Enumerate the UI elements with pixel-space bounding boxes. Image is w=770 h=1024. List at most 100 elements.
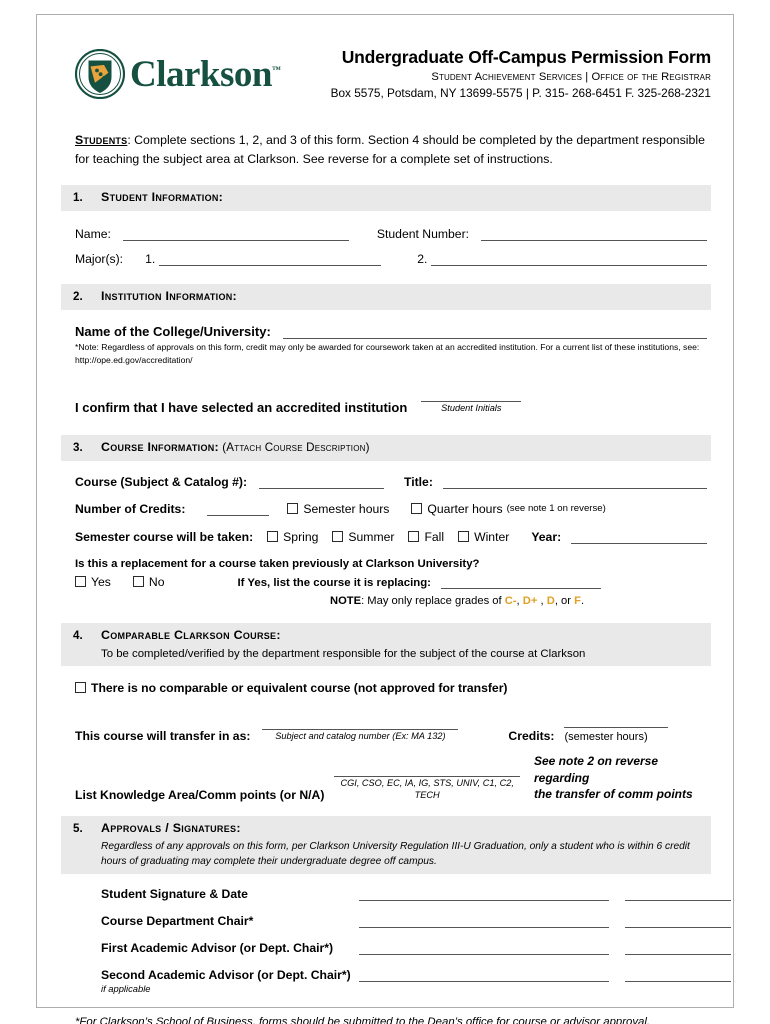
- majors-row: Major(s): 1. 2.: [75, 252, 707, 267]
- course-title-input[interactable]: [442, 475, 707, 489]
- transfer-row: This course will transfer in as: Subject…: [75, 714, 707, 743]
- student-number-input[interactable]: [481, 227, 708, 242]
- knowledge-row: List Knowledge Area/Comm points (or N/A)…: [75, 753, 707, 802]
- replacing-course-input[interactable]: [440, 575, 601, 589]
- transfer-input[interactable]: [262, 716, 459, 731]
- confirm-accredited-label: I confirm that I have selected an accred…: [75, 399, 408, 415]
- knowledge-label: List Knowledge Area/Comm points (or N/A): [75, 787, 325, 802]
- fall-label: Fall: [424, 529, 445, 544]
- section-3-title: Course Information:: [101, 439, 219, 454]
- no-comparable-option[interactable]: There is no comparable or equivalent cou…: [75, 681, 508, 695]
- second-advisor-date-input[interactable]: [625, 970, 731, 982]
- major-2-input[interactable]: [431, 252, 707, 267]
- see-note-line-2: the transfer of comm points: [533, 786, 693, 801]
- see-note-line-1: See note 2 on reverse regarding: [533, 754, 659, 785]
- students-label: Students: [75, 133, 128, 147]
- accreditation-note: *Note: Regardless of approvals on this f…: [75, 342, 700, 365]
- note-or: , or: [554, 594, 575, 607]
- section4-credits-input[interactable]: [564, 714, 669, 729]
- section-5-title: Approvals / Signatures:: [101, 820, 241, 835]
- yes-label: Yes: [91, 574, 111, 589]
- winter-checkbox[interactable]: [458, 531, 470, 543]
- section-1-body: Name: Student Number: Major(s): 1. 2.: [61, 227, 711, 267]
- note-prefix: NOTE: [330, 594, 362, 607]
- signature-row: Student Signature & Date: [101, 887, 731, 901]
- dept-chair-date-input[interactable]: [625, 916, 731, 928]
- section-2-body: Name of the College/University: *Note: R…: [61, 324, 711, 415]
- business-school-note: *For Clarkson’s School of Business, form…: [75, 1015, 651, 1024]
- signature-row: Second Academic Advisor (or Dept. Chair*…: [101, 968, 731, 994]
- course-title-label: Title:: [404, 474, 433, 489]
- first-advisor-signature-input[interactable]: [359, 943, 609, 955]
- term-option-summer[interactable]: Summer: [332, 530, 394, 544]
- if-applicable-note: if applicable: [101, 982, 151, 994]
- term-option-fall[interactable]: Fall: [408, 530, 444, 544]
- student-signature-input[interactable]: [359, 889, 609, 901]
- section-3-header: 3. Course Information: (Attach Course Des…: [61, 434, 711, 461]
- section-4-subtitle: To be completed/verified by the departme…: [101, 647, 586, 660]
- form-page: Clarkson™ Undergraduate Off-Campus Permi…: [0, 0, 770, 1024]
- knowledge-input[interactable]: [334, 763, 520, 778]
- student-instructions: Students: Complete sections 1, 2, and 3 …: [61, 131, 711, 169]
- name-input[interactable]: [122, 227, 349, 242]
- name-label: Name:: [75, 227, 111, 242]
- section-3-number: 3.: [73, 440, 83, 454]
- second-advisor-signature-input[interactable]: [359, 970, 609, 982]
- summer-label: Summer: [348, 529, 395, 544]
- major-1-marker: 1.: [145, 252, 156, 267]
- quarter-hours-note: (see note 1 on reverse): [506, 503, 606, 515]
- replacement-no-option[interactable]: No: [132, 574, 165, 589]
- student-initials-caption: Student Initials: [441, 402, 502, 413]
- replacement-answer-row: Yes No If Yes, list the course it is rep…: [75, 575, 707, 589]
- knowledge-caption: CGI, CSO, EC, IA, IG, STS, UNIV, C1, C2,…: [340, 778, 514, 801]
- quarter-hours-checkbox[interactable]: [411, 503, 423, 515]
- semester-hours-option[interactable]: Semester hours: [287, 502, 389, 516]
- section-2-header: 2. Institution Information:: [61, 284, 711, 311]
- section-5-body: Student Signature & Date Course Departme…: [61, 887, 731, 994]
- first-advisor-date-input[interactable]: [625, 943, 731, 955]
- no-checkbox[interactable]: [132, 576, 144, 588]
- student-signature-date-input[interactable]: [625, 889, 731, 901]
- fall-checkbox[interactable]: [408, 531, 420, 543]
- second-advisor-label-text: Second Academic Advisor (or Dept. Chair*…: [101, 967, 351, 982]
- section4-credits-label: Credits:: [508, 729, 555, 744]
- section-4-title: Comparable Clarkson Course:: [101, 627, 281, 642]
- section4-credits-caption: (semester hours): [564, 731, 648, 744]
- grade-f: F: [574, 594, 581, 607]
- signature-row: Course Department Chair*: [101, 913, 731, 928]
- section-4-number: 4.: [73, 628, 83, 642]
- grade-replacement-note: NOTE: May only replace grades of C-, D+ …: [330, 594, 585, 607]
- semester-hours-checkbox[interactable]: [287, 503, 299, 515]
- grade-d-plus: D+: [522, 594, 541, 607]
- section-2-number: 2.: [73, 290, 83, 304]
- no-comparable-checkbox[interactable]: [75, 682, 86, 694]
- college-input[interactable]: [282, 325, 707, 340]
- winter-label: Winter: [474, 529, 510, 544]
- major-1-input[interactable]: [159, 252, 382, 267]
- replacement-yes-option[interactable]: Yes: [75, 575, 111, 589]
- major-2-marker: 2.: [417, 252, 428, 267]
- summer-checkbox[interactable]: [332, 531, 344, 543]
- term-option-winter[interactable]: Winter: [458, 530, 509, 544]
- dept-chair-label: Course Department Chair*: [101, 913, 254, 928]
- number-of-credits-input[interactable]: [207, 502, 270, 516]
- term-option-spring[interactable]: Spring: [267, 530, 318, 544]
- document-sheet: Clarkson™ Undergraduate Off-Campus Permi…: [36, 14, 734, 1024]
- spring-checkbox[interactable]: [267, 531, 279, 543]
- student-initials-input[interactable]: [421, 388, 522, 402]
- quarter-hours-option[interactable]: Quarter hours (see note 1 on reverse): [411, 502, 606, 516]
- year-input[interactable]: [571, 530, 707, 544]
- dept-chair-signature-input[interactable]: [359, 916, 609, 928]
- no-label: No: [148, 574, 165, 589]
- section-3-subtitle: (Attach Course Description): [222, 440, 370, 454]
- second-advisor-label: Second Academic Advisor (or Dept. Chair*…: [101, 968, 359, 994]
- section-1-number: 1.: [73, 191, 83, 205]
- replacement-question: Is this a replacement for a course taken…: [75, 557, 480, 570]
- majors-label: Major(s):: [75, 252, 124, 267]
- yes-checkbox[interactable]: [75, 576, 86, 588]
- section-4-header: 4. Comparable Clarkson Course: To be comp…: [61, 622, 711, 667]
- student-number-label: Student Number:: [376, 227, 470, 242]
- header-text-block: Undergraduate Off-Campus Permission Form…: [251, 47, 712, 100]
- clarkson-logo: Clarkson™: [74, 48, 281, 100]
- course-input[interactable]: [259, 475, 384, 489]
